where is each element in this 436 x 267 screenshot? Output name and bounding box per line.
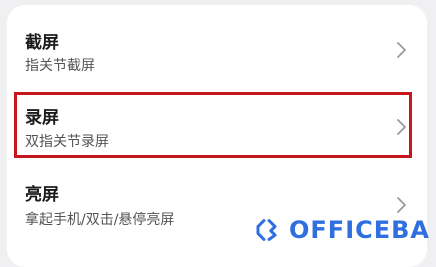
watermark-text: OFFICEBA [289,216,430,244]
watermark: OFFICEBA [252,208,430,252]
settings-item-title: 亮屏 [25,185,59,205]
settings-item-subtitle: 拿起手机/双击/悬停亮屏 [25,212,175,228]
chevron-right-icon [395,41,409,59]
settings-item-title: 截屏 [25,33,59,53]
highlight-box [14,92,412,158]
watermark-logo-icon [256,219,277,241]
settings-item-subtitle: 指关节截屏 [25,58,95,74]
settings-item-screenshot[interactable]: 截屏 指关节截屏 [7,5,427,85]
